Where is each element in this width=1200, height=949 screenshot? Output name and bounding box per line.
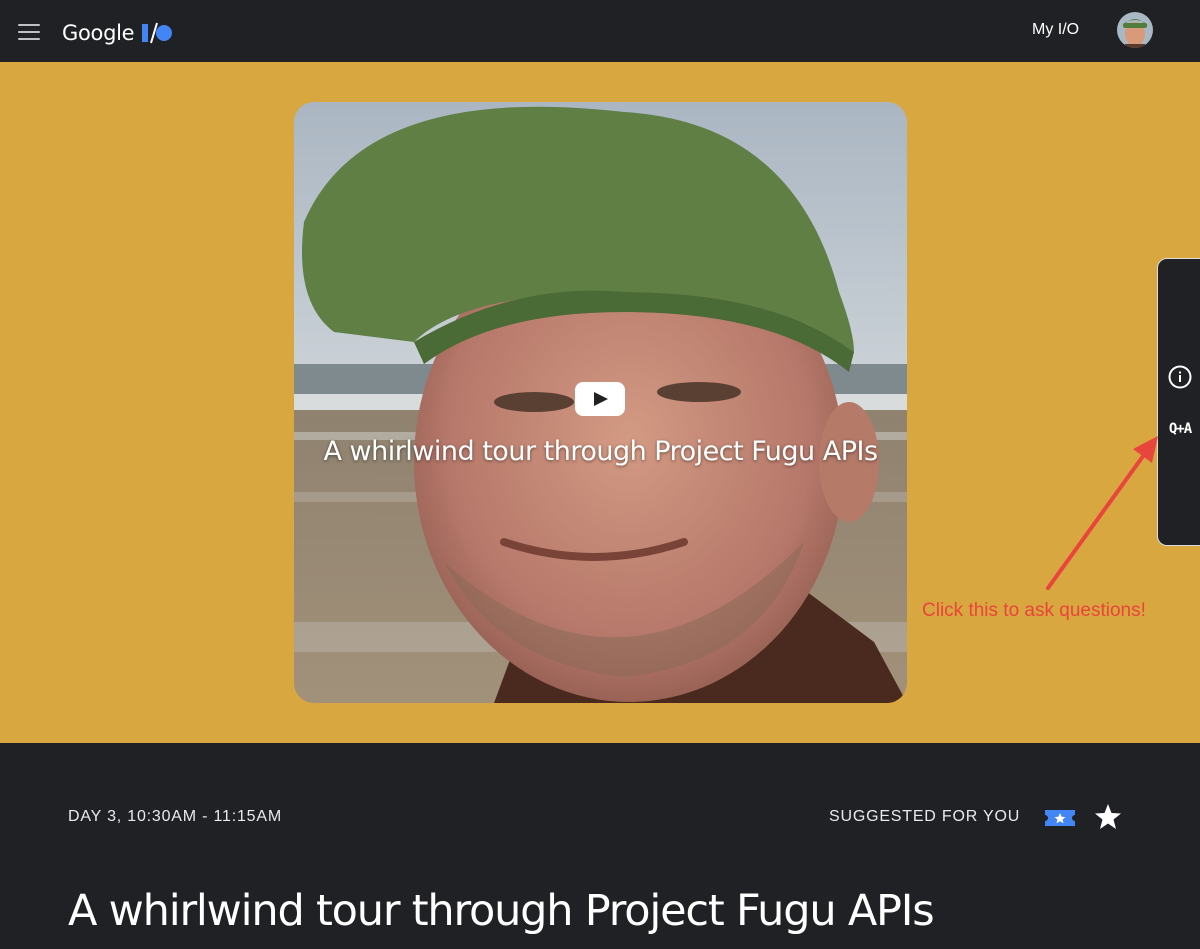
suggested-label: SUGGESTED FOR YOU xyxy=(829,808,1021,825)
hamburger-menu-icon[interactable] xyxy=(18,24,40,40)
session-title: A whirlwind tour through Project Fugu AP… xyxy=(68,886,935,936)
brand-name: Google xyxy=(62,21,135,45)
session-side-panel: Q+A xyxy=(1157,258,1200,546)
qa-button[interactable]: Q+A xyxy=(1158,421,1200,437)
info-icon[interactable] xyxy=(1168,365,1192,389)
video-overlay-title: A whirlwind tour through Project Fugu AP… xyxy=(323,436,878,467)
my-io-link[interactable]: My I/O xyxy=(1032,21,1079,39)
hero-banner: A whirlwind tour through Project Fugu AP… xyxy=(0,62,1200,743)
star-icon[interactable] xyxy=(1094,803,1122,831)
annotation-note: Click this to ask questions! xyxy=(922,600,1146,621)
ticket-star-icon[interactable] xyxy=(1045,808,1075,828)
google-io-logo[interactable]: Google xyxy=(62,20,173,46)
session-video-thumbnail[interactable]: A whirlwind tour through Project Fugu AP… xyxy=(294,102,907,703)
top-app-bar: Google My I/O xyxy=(0,0,1200,62)
user-avatar[interactable] xyxy=(1117,12,1153,48)
io-logo-icon xyxy=(142,22,173,44)
youtube-play-icon[interactable] xyxy=(575,382,625,416)
session-time: DAY 3, 10:30AM - 11:15AM xyxy=(68,808,282,825)
